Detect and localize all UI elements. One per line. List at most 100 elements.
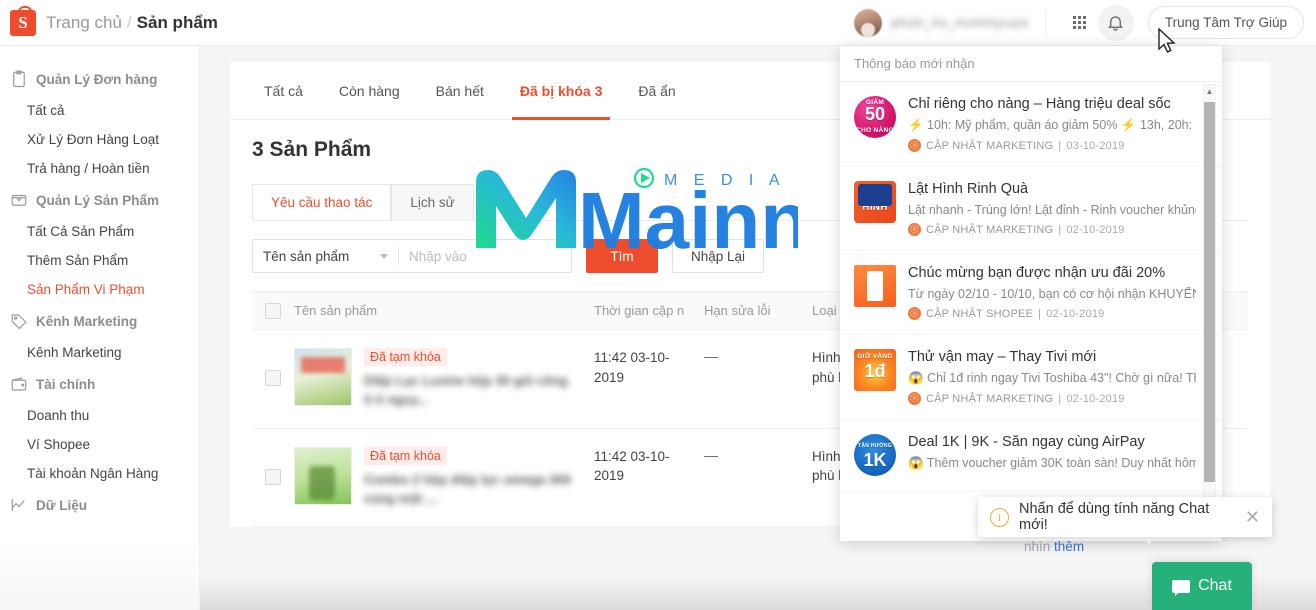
chat-button[interactable]: Chat [1152, 562, 1252, 610]
see-more-link[interactable]: thêm [1054, 539, 1084, 554]
search-field-group: Tên sản phẩm Nhập vào [252, 239, 572, 273]
close-icon[interactable]: ✕ [1245, 507, 1260, 528]
thumb-top-label: GIỜ VÀNG [857, 353, 893, 360]
bell-icon [1108, 16, 1124, 31]
notification-description: Từ ngày 02/10 - 10/10, bạn có cơ hội nhậ… [908, 287, 1196, 301]
subtab-action-required[interactable]: Yêu cầu thao tác [252, 184, 392, 220]
sidebar-item-marketing-channel[interactable]: Kênh Marketing [0, 338, 199, 367]
chat-toast[interactable]: i Nhấn để dùng tính năng Chat mới! ✕ [978, 497, 1272, 537]
thumb-bottom-label: HÌNH [862, 202, 888, 213]
top-bar-right: phoin_ho_mommycare Trung Tâm Trợ Giúp [854, 0, 1316, 45]
subtab-history[interactable]: Lịch sử [391, 184, 474, 220]
status-badge: Đã tạm khóa [364, 446, 447, 465]
sidebar-group-orders[interactable]: Quản Lý Đơn hàng [0, 62, 199, 96]
notifications-bell-button[interactable] [1097, 4, 1134, 41]
select-all-checkbox[interactable] [265, 302, 281, 319]
sidebar-item-all-products[interactable]: Tất Cả Sản Phẩm [0, 217, 199, 246]
reset-button[interactable]: Nhập Lại [672, 239, 765, 273]
notification-date: 03-10-2019 [1066, 139, 1125, 152]
tab-all[interactable]: Tất cả [246, 62, 321, 120]
sidebar-group-label: Tài chính [36, 376, 96, 392]
scrollbar-thumb[interactable] [1204, 102, 1215, 482]
chat-bubble-icon [1172, 579, 1191, 596]
tab-sold-out[interactable]: Bán hết [418, 62, 502, 120]
tab-locked[interactable]: Đã bị khóa 3 [502, 62, 620, 120]
notification-title: Thử vận may – Thay Tivi mới [908, 349, 1097, 365]
sidebar-group-label: Quản Lý Sản Phẩm [36, 192, 160, 208]
thumb-main-label: LẬT [865, 189, 885, 199]
thumb-top-label: TẬN HƯỞNG [858, 443, 892, 449]
sidebar-bottom-fade [0, 540, 199, 610]
notification-meta: ⓢ CẬP NHẬT MARKETING | 02-10-2019 [908, 223, 1196, 236]
breadcrumb-separator: / [126, 12, 132, 32]
sidebar-item-violating-products[interactable]: Sản Phẩm Vi Phạm [0, 275, 199, 304]
clipboard-icon [13, 70, 25, 88]
notification-body: Lật Hình Rinh Quà Lật nhanh - Trúng lớn!… [908, 181, 1196, 236]
sidebar-item-add-product[interactable]: Thêm Sản Phẩm [0, 246, 199, 275]
status-badge: Đã tạm khóa [364, 348, 447, 366]
row-checkbox[interactable] [265, 468, 281, 485]
notifications-header: Thông báo mới nhận [840, 46, 1222, 82]
notification-item[interactable]: LẬT HÌNH Lật Hình Rinh Quà Lật nhanh - T… [840, 167, 1222, 251]
notification-body: Deal 1K | 9K - Săn ngay cùng AirPay 😱 Th… [908, 434, 1196, 477]
cell-product: Đã tạm khóa Combo 2 hộp diệp lục omega 3… [294, 446, 594, 509]
category-badge-icon: ⓢ [908, 223, 921, 236]
avatar[interactable] [854, 8, 883, 37]
product-name[interactable]: Combo 2 hộp diệp lục omega 369 cùng một … [364, 471, 579, 509]
tab-in-stock[interactable]: Còn hàng [321, 62, 418, 120]
tag-icon [11, 314, 27, 330]
notification-item[interactable]: TẬN HƯỞNG 1K Deal 1K | 9K - Săn ngay cùn… [840, 420, 1222, 492]
sidebar-item-orders-all[interactable]: Tất cả [0, 96, 199, 125]
scroll-up-arrow-icon[interactable]: ▲ [1203, 84, 1216, 99]
search-field-value: Tên sản phẩm [263, 248, 350, 264]
search-input[interactable]: Nhập vào [399, 249, 571, 264]
sidebar-item-bank-account[interactable]: Tài khoản Ngân Hàng [0, 459, 199, 488]
breadcrumb-home-link[interactable]: Trang chủ [46, 13, 122, 33]
notification-date: 02-10-2019 [1066, 392, 1125, 405]
notification-item[interactable]: GIỜ VÀNG 1đ Thử vận may – Thay Tivi mới … [840, 335, 1222, 420]
apps-grid-button[interactable] [1062, 5, 1098, 41]
thumb-main-label: 1đ [864, 361, 886, 381]
notification-thumbnail [854, 265, 896, 307]
notification-thumbnail: TẬN HƯỞNG 1K [854, 434, 896, 476]
notifications-scrollbar[interactable]: ▲ ▼ [1203, 84, 1216, 534]
sidebar-item-revenue[interactable]: Doanh thu [0, 401, 199, 430]
notification-meta: ⓢ CẬP NHẬT MARKETING | 03-10-2019 [908, 139, 1196, 152]
product-name[interactable]: Diệp Lục Luxine hộp 30 gói công ti ti ng… [364, 372, 579, 410]
tab-hidden[interactable]: Đã ẩn [620, 62, 693, 120]
column-fix-deadline: Hạn sửa lỗi [704, 303, 771, 318]
product-thumbnail [294, 446, 352, 505]
sidebar-item-shopee-wallet[interactable]: Ví Shopee [0, 430, 199, 459]
notification-title: Chúc mừng bạn được nhận ưu đãi 20% [908, 265, 1166, 281]
sidebar-group-products[interactable]: Quản Lý Sản Phẩm [0, 183, 199, 217]
grid-icon [1073, 16, 1087, 29]
notification-meta: ⓢ CẬP NHẬT SHOPEE | 02-10-2019 [908, 307, 1196, 320]
breadcrumb: Trang chủ / Sản phẩm [46, 13, 218, 33]
sidebar-group-label: Quản Lý Đơn hàng [36, 71, 158, 87]
box-icon [11, 194, 27, 206]
sidebar-group-marketing[interactable]: Kênh Marketing [0, 304, 199, 338]
search-field-select[interactable]: Tên sản phẩm [253, 249, 398, 264]
notification-item[interactable]: GIẢM 50 CHO NÀNG Chỉ riêng cho nàng – Hà… [840, 82, 1222, 167]
meta-separator: | [1058, 139, 1062, 152]
shopee-logo-icon[interactable]: S [10, 5, 36, 36]
cell-product: Đã tạm khóa Diệp Lục Luxine hộp 30 gói c… [294, 348, 594, 410]
notification-thumbnail: GIẢM 50 CHO NÀNG [854, 96, 896, 138]
search-button[interactable]: Tìm [586, 239, 658, 273]
notification-body: Chúc mừng bạn được nhận ưu đãi 20% Từ ng… [908, 265, 1196, 320]
cell-updated-time: 11:42 03-10-2019 [594, 448, 670, 484]
sidebar-item-returns-refunds[interactable]: Trả hàng / Hoàn tiền [0, 154, 199, 183]
sidebar-item-bulk-orders[interactable]: Xử Lý Đơn Hàng Loạt [0, 125, 199, 154]
sidebar-group-finance[interactable]: Tài chính [0, 367, 199, 401]
row-select-cell [252, 348, 294, 386]
notifications-list: GIẢM 50 CHO NÀNG Chỉ riêng cho nàng – Hà… [840, 82, 1222, 541]
notification-item[interactable]: Chúc mừng bạn được nhận ưu đãi 20% Từ ng… [840, 251, 1222, 335]
help-center-button[interactable]: Trung Tâm Trợ Giúp [1147, 6, 1304, 39]
row-checkbox[interactable] [265, 370, 281, 386]
meta-separator: | [1058, 223, 1062, 236]
category-badge-icon: ⓢ [908, 307, 921, 320]
username-label[interactable]: phoin_ho_mommycare [891, 15, 1029, 30]
sidebar-group-data[interactable]: Dữ Liệu [0, 488, 199, 522]
notification-body: Thử vận may – Thay Tivi mới 😱 Chỉ 1đ rin… [908, 349, 1196, 405]
thumb-bottom-label: CHO NÀNG [856, 127, 894, 134]
